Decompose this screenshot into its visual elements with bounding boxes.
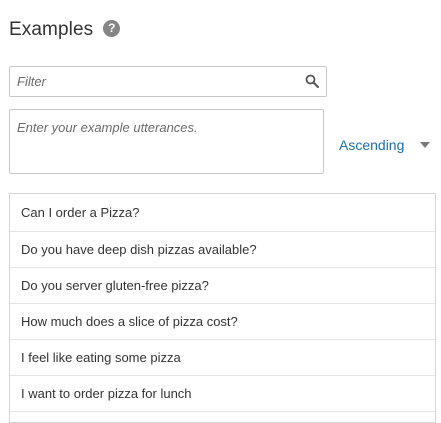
list-item[interactable]: Do you server gluten-free pizza? bbox=[10, 268, 435, 304]
utterance-field bbox=[9, 109, 324, 174]
sort-dropdown[interactable]: Ascending bbox=[339, 135, 431, 155]
utterance-input[interactable] bbox=[10, 110, 323, 173]
list-item[interactable]: I feel like eating some pizza bbox=[10, 340, 435, 376]
examples-header: Examples ? bbox=[9, 16, 121, 44]
filter-field bbox=[9, 66, 327, 97]
sort-selected-label: Ascending bbox=[339, 137, 405, 153]
list-item[interactable]: Do you have deep dish pizzas available? bbox=[10, 232, 435, 268]
help-icon[interactable]: ? bbox=[103, 19, 121, 37]
page-title: Examples bbox=[9, 19, 94, 40]
filter-input[interactable] bbox=[10, 67, 300, 96]
list-item[interactable]: I want to order pizza for lunch bbox=[10, 376, 435, 412]
search-icon[interactable] bbox=[305, 74, 319, 88]
list-item[interactable]: How much does a slice of pizza cost? bbox=[10, 304, 435, 340]
examples-list: Can I order a Pizza? Do you have deep di… bbox=[9, 193, 436, 423]
list-item[interactable]: Can I order a Pizza? bbox=[10, 194, 435, 232]
chevron-down-icon bbox=[420, 142, 431, 148]
